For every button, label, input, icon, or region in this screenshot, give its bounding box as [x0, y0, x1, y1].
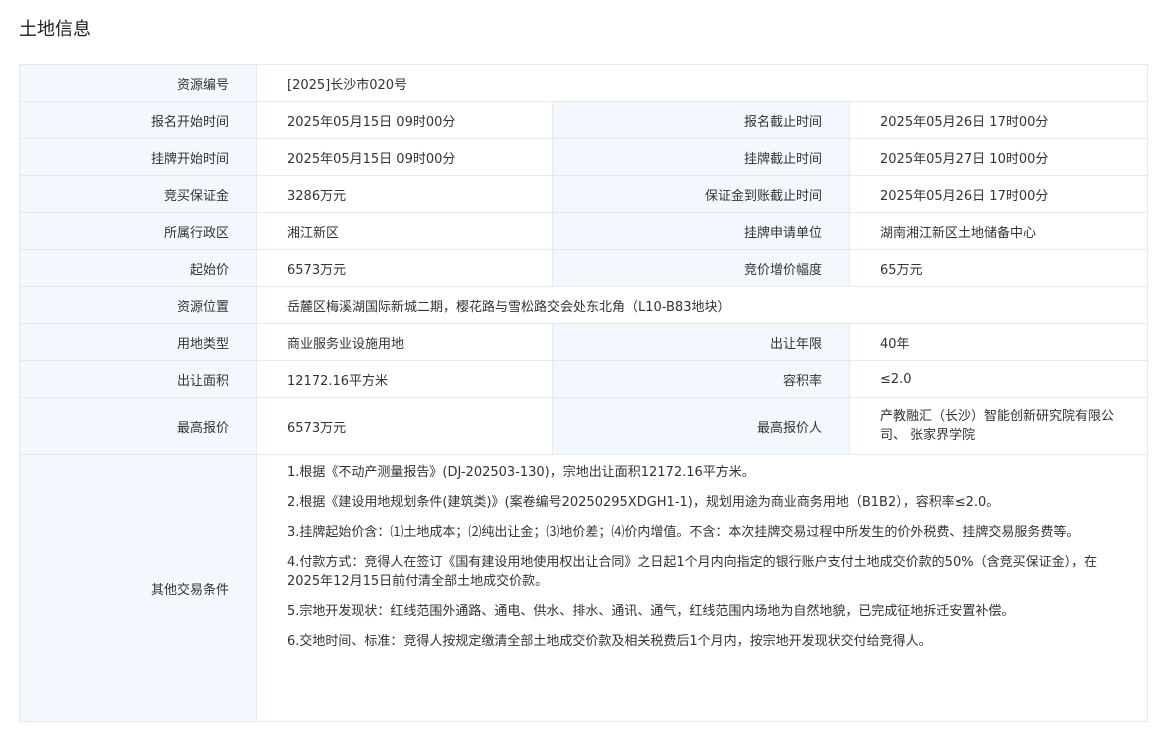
land-use-value: 商业服务业设施用地: [257, 324, 553, 361]
resource-no-label: 资源编号: [20, 65, 257, 102]
top-price-value: 6573万元: [257, 398, 553, 455]
condition-item: 2.根据《建设用地规划条件(建筑类)》(案卷编号20250295XDGH1-1)…: [287, 493, 1121, 512]
resource-no-value: [2025]长沙市020号: [257, 65, 1148, 102]
top-price-label: 最高报价: [20, 398, 257, 455]
condition-item: 5.宗地开发现状：红线范围外通路、通电、供水、排水、通讯、通气，红线范围内场地为…: [287, 602, 1121, 621]
row-location: 资源位置 岳麓区梅溪湖国际新城二期，樱花路与雪松路交会处东北角（L10-B83地…: [20, 287, 1148, 324]
conditions-label: 其他交易条件: [20, 455, 257, 722]
row-resource-no: 资源编号 [2025]长沙市020号: [20, 65, 1148, 102]
row-land-use: 用地类型 商业服务业设施用地 出让年限 40年: [20, 324, 1148, 361]
reg-start-value: 2025年05月15日 09时00分: [257, 102, 553, 139]
row-price: 起始价 6573万元 竞价增价幅度 65万元: [20, 250, 1148, 287]
reg-end-value: 2025年05月26日 17时00分: [850, 102, 1148, 139]
row-district: 所属行政区 湘江新区 挂牌申请单位 湖南湘江新区土地储备中心: [20, 213, 1148, 250]
district-label: 所属行政区: [20, 213, 257, 250]
term-label: 出让年限: [553, 324, 850, 361]
start-price-value: 6573万元: [257, 250, 553, 287]
land-use-label: 用地类型: [20, 324, 257, 361]
location-label: 资源位置: [20, 287, 257, 324]
listing-end-label: 挂牌截止时间: [553, 139, 850, 176]
page-title: 土地信息: [19, 18, 91, 42]
condition-item: 4.付款方式：竞得人在签订《国有建设用地使用权出让合同》之日起1个月内向指定的银…: [287, 553, 1121, 591]
row-deposit: 竞买保证金 3286万元 保证金到账截止时间 2025年05月26日 17时00…: [20, 176, 1148, 213]
start-price-label: 起始价: [20, 250, 257, 287]
land-info-table: 资源编号 [2025]长沙市020号 报名开始时间 2025年05月15日 09…: [19, 64, 1148, 722]
reg-start-label: 报名开始时间: [20, 102, 257, 139]
deposit-label: 竞买保证金: [20, 176, 257, 213]
row-listing: 挂牌开始时间 2025年05月15日 09时00分 挂牌截止时间 2025年05…: [20, 139, 1148, 176]
deposit-deadline-value: 2025年05月26日 17时00分: [850, 176, 1148, 213]
listing-start-label: 挂牌开始时间: [20, 139, 257, 176]
applicant-value: 湖南湘江新区土地储备中心: [850, 213, 1148, 250]
district-value: 湘江新区: [257, 213, 553, 250]
listing-end-value: 2025年05月27日 10时00分: [850, 139, 1148, 176]
location-value: 岳麓区梅溪湖国际新城二期，樱花路与雪松路交会处东北角（L10-B83地块）: [257, 287, 1148, 324]
area-value: 12172.16平方米: [257, 361, 553, 398]
top-bidder-value: 产教融汇（长沙）智能创新研究院有限公司、 张家界学院: [850, 398, 1148, 455]
row-top-price: 最高报价 6573万元 最高报价人 产教融汇（长沙）智能创新研究院有限公司、 张…: [20, 398, 1148, 455]
increment-value: 65万元: [850, 250, 1148, 287]
row-area: 出让面积 12172.16平方米 容积率 ≤2.0: [20, 361, 1148, 398]
row-conditions: 其他交易条件 1.根据《不动产测量报告》(DJ-202503-130)，宗地出让…: [20, 455, 1148, 722]
condition-item: 3.挂牌起始价含：⑴土地成本；⑵纯出让金；⑶地价差；⑷价内增值。不含：本次挂牌交…: [287, 523, 1121, 542]
deposit-value: 3286万元: [257, 176, 553, 213]
conditions-value: 1.根据《不动产测量报告》(DJ-202503-130)，宗地出让面积12172…: [257, 455, 1148, 722]
reg-end-label: 报名截止时间: [553, 102, 850, 139]
term-value: 40年: [850, 324, 1148, 361]
deposit-deadline-label: 保证金到账截止时间: [553, 176, 850, 213]
condition-item: 6.交地时间、标准：竞得人按规定缴清全部土地成交价款及相关税费后1个月内，按宗地…: [287, 632, 1121, 651]
far-value: ≤2.0: [850, 361, 1148, 398]
increment-label: 竞价增价幅度: [553, 250, 850, 287]
listing-start-value: 2025年05月15日 09时00分: [257, 139, 553, 176]
condition-item: 1.根据《不动产测量报告》(DJ-202503-130)，宗地出让面积12172…: [287, 463, 1121, 482]
applicant-label: 挂牌申请单位: [553, 213, 850, 250]
far-label: 容积率: [553, 361, 850, 398]
top-bidder-label: 最高报价人: [553, 398, 850, 455]
row-registration: 报名开始时间 2025年05月15日 09时00分 报名截止时间 2025年05…: [20, 102, 1148, 139]
area-label: 出让面积: [20, 361, 257, 398]
